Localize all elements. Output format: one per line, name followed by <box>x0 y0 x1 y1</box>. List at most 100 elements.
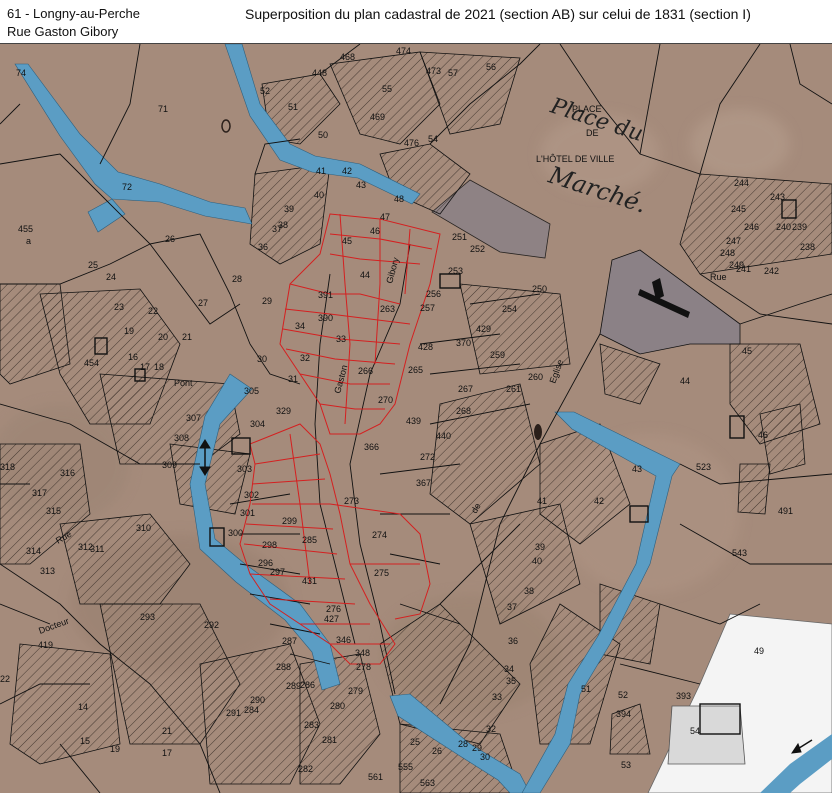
parcel-number: 290 <box>250 695 265 705</box>
parcel-number: 35 <box>506 676 516 686</box>
parcel-number: 18 <box>154 362 164 372</box>
parcel-number: 270 <box>378 395 393 405</box>
parcel-number: 474 <box>396 46 411 56</box>
parcel-number: 257 <box>420 303 435 313</box>
parcel-number: 287 <box>282 636 297 646</box>
parcel-number: 254 <box>502 304 517 314</box>
parcel-number: 55 <box>382 84 392 94</box>
parcel-number: 279 <box>348 686 363 696</box>
parcel-number: 348 <box>355 648 370 658</box>
parcel-number: a <box>26 236 31 246</box>
parcel-number: 266 <box>358 366 373 376</box>
map-header: 61 - Longny-au-Perche Rue Gaston Gibory … <box>0 0 832 44</box>
parcel-number: 19 <box>124 326 134 336</box>
parcel-number: 54 <box>690 726 700 736</box>
parcel-number: 391 <box>318 290 333 300</box>
parcel-number: 299 <box>282 516 297 526</box>
ink-stain <box>534 424 542 440</box>
parcel-number: 555 <box>398 762 413 772</box>
parcel-number: 280 <box>330 701 345 711</box>
parcel-number: 292 <box>204 620 219 630</box>
parcel-number: 36 <box>258 242 268 252</box>
modern-building-54 <box>667 705 746 765</box>
parcel-number: 317 <box>32 488 47 498</box>
parcel-number: 48 <box>394 194 404 204</box>
parcel-number: 300 <box>228 528 243 538</box>
parcel-number: 268 <box>456 406 471 416</box>
parcel-number: 25 <box>88 260 98 270</box>
parcel-number: 289 <box>286 681 301 691</box>
parcel-number: 19 <box>110 744 120 754</box>
parcel-number: 394 <box>616 709 631 719</box>
parcel-number: 17 <box>162 748 172 758</box>
parcel-number: 29 <box>262 296 272 306</box>
parcel-number: 301 <box>240 508 255 518</box>
parcel-number: 24 <box>106 272 116 282</box>
parcel-number: 23 <box>114 302 124 312</box>
parcel-number: 57 <box>448 68 458 78</box>
parcel-number: 33 <box>336 334 346 344</box>
location-commune: 61 - Longny-au-Perche <box>7 6 140 21</box>
parcel-number: 28 <box>458 739 468 749</box>
parcel-number: 39 <box>284 204 294 214</box>
parcel-number: 291 <box>226 708 241 718</box>
parcel-number: 240 <box>776 222 791 232</box>
parcel-number: 310 <box>136 523 151 533</box>
parcel-number: 245 <box>731 204 746 214</box>
parcel-number: 43 <box>356 180 366 190</box>
parcel-number: 370 <box>456 338 471 348</box>
parcel-number: 52 <box>618 690 628 700</box>
parcel-number: 366 <box>364 442 379 452</box>
parcel-number: 38 <box>524 586 534 596</box>
parcel-number: 419 <box>38 640 53 650</box>
parcel-number: 45 <box>742 346 752 356</box>
parcel-number: 304 <box>250 419 265 429</box>
parcel-number: 27 <box>198 298 208 308</box>
parcel-number: 305 <box>244 386 259 396</box>
cadastral-map: Place du Marché. PLACE DE L'HÔTEL DE VIL… <box>0 44 832 793</box>
parcel-number: 476 <box>404 138 419 148</box>
parcel-number: 28 <box>232 274 242 284</box>
parcel-number: 47 <box>380 212 390 222</box>
parcel-number: 72 <box>122 182 132 192</box>
street-label-pont: Pont <box>174 378 193 388</box>
parcel-number: 309 <box>162 460 177 470</box>
parcel-number: 247 <box>726 236 741 246</box>
parcel-number: 286 <box>300 680 315 690</box>
parcel-number: 329 <box>276 406 291 416</box>
parcel-number: 246 <box>744 222 759 232</box>
parcel-number: 313 <box>40 566 55 576</box>
parcel-number: 248 <box>720 248 735 258</box>
parcel-number: 468 <box>340 52 355 62</box>
parcel-number: 448 <box>312 68 327 78</box>
parcel-number: 253 <box>448 266 463 276</box>
parcel-number: 37 <box>272 224 282 234</box>
parcel-number: 261 <box>506 384 521 394</box>
parcel-number: 41 <box>316 166 326 176</box>
parcel-number: 21 <box>162 726 172 736</box>
parcel-number: 473 <box>426 66 441 76</box>
parcel-number: 42 <box>594 496 604 506</box>
parcel-number: 32 <box>300 353 310 363</box>
parcel-number: 455 <box>18 224 33 234</box>
parcel-number: 259 <box>490 350 505 360</box>
parcel-number: 439 <box>406 416 421 426</box>
parcel-number: 251 <box>452 232 467 242</box>
parcel-number: 260 <box>528 372 543 382</box>
parcel-number: 239 <box>792 222 807 232</box>
map-title: Superposition du plan cadastral de 2021 … <box>245 6 751 22</box>
parcel-number: 25 <box>410 737 420 747</box>
parcel-number: 281 <box>322 735 337 745</box>
map-viewer: 61 - Longny-au-Perche Rue Gaston Gibory … <box>0 0 832 793</box>
parcel-number: 41 <box>537 496 547 506</box>
parcel-number: 20 <box>158 332 168 342</box>
parcel-number: 15 <box>80 736 90 746</box>
parcel-number: 252 <box>470 244 485 254</box>
parcel-number: 17 <box>140 362 150 372</box>
parcel-number: 52 <box>260 86 270 96</box>
parcel-number: 263 <box>380 304 395 314</box>
parcel-number: 71 <box>158 104 168 114</box>
parcel-number: 50 <box>318 130 328 140</box>
parcel-number: 42 <box>342 166 352 176</box>
parcel-number: 302 <box>244 490 259 500</box>
